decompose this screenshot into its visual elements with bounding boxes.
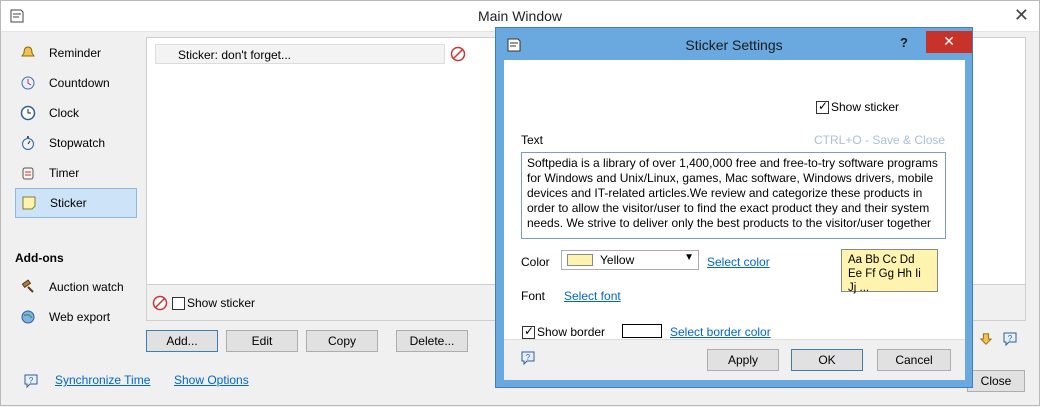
cancel-button[interactable]: Cancel — [877, 349, 951, 371]
sidebar-item-label: Clock — [49, 106, 80, 120]
sidebar-item-label: Sticker — [50, 196, 87, 210]
sidebar-item-web-export[interactable]: Web export — [15, 303, 137, 331]
apply-button[interactable]: Apply — [707, 349, 779, 371]
help-icon[interactable]: ? — [1002, 331, 1018, 347]
sticker-settings-dialog: Sticker Settings ? ✕ Show sticker Text C… — [495, 27, 973, 388]
synchronize-time-link[interactable]: Synchronize Time — [55, 373, 150, 387]
sticker-icon — [20, 194, 38, 212]
text-label: Text — [521, 133, 544, 147]
close-button[interactable]: Close — [967, 370, 1025, 392]
sidebar: Reminder Countdown Clock Stopwatch Timer… — [1, 33, 143, 407]
color-label: Color — [521, 255, 550, 269]
color-swatch — [567, 254, 593, 266]
sticker-text-area[interactable]: Softpedia is a library of over 1,400,000… — [521, 152, 946, 239]
show-border-label: Show border — [537, 325, 606, 339]
arrow-down-icon[interactable] — [979, 332, 993, 346]
dialog-close-icon[interactable]: ✕ — [926, 31, 972, 53]
show-sticker-checkbox[interactable] — [172, 296, 185, 311]
sidebar-item-reminder[interactable]: Reminder — [15, 39, 137, 67]
dialog-show-sticker-label: Show sticker — [831, 100, 900, 114]
svg-text:?: ? — [1008, 334, 1013, 343]
main-window-title: Main Window — [477, 8, 563, 24]
color-select[interactable]: Yellow ▼ — [561, 250, 699, 270]
globe-icon — [19, 308, 37, 326]
sidebar-item-auction-watch[interactable]: Auction watch — [15, 273, 137, 301]
bell-icon — [19, 44, 37, 62]
countdown-icon — [19, 74, 37, 92]
select-color-link[interactable]: Select color — [707, 255, 770, 269]
select-border-color-link[interactable]: Select border color — [670, 325, 771, 339]
checkbox-box — [522, 324, 535, 340]
select-font-link[interactable]: Select font — [564, 289, 621, 303]
sidebar-item-timer[interactable]: Timer — [15, 159, 137, 187]
sidebar-item-stopwatch[interactable]: Stopwatch — [15, 129, 137, 157]
sidebar-item-label: Countdown — [49, 76, 110, 90]
show-border-checkbox[interactable] — [522, 324, 535, 340]
stopwatch-icon — [19, 134, 37, 152]
disabled-sticker-icon[interactable] — [450, 46, 466, 62]
edit-button[interactable]: Edit — [226, 330, 298, 352]
copy-button[interactable]: Copy — [306, 330, 378, 352]
timer-icon — [19, 164, 37, 182]
sidebar-item-sticker[interactable]: Sticker — [15, 188, 137, 218]
sidebar-item-countdown[interactable]: Countdown — [15, 69, 137, 97]
help-icon[interactable]: ? — [520, 350, 536, 366]
sidebar-item-label: Auction watch — [49, 280, 124, 294]
addons-heading: Add-ons — [15, 251, 64, 265]
font-label: Font — [521, 289, 546, 303]
gavel-icon — [19, 278, 37, 296]
border-color-swatch — [622, 324, 662, 338]
delete-button[interactable]: Delete... — [396, 330, 468, 352]
dialog-body: Show sticker Text CTRL+O - Save & Close … — [504, 60, 965, 380]
list-item-label: Sticker: don't forget... — [178, 48, 292, 62]
checkbox-box — [816, 99, 829, 115]
color-select-value: Yellow — [600, 253, 635, 267]
dialog-titlebar: Sticker Settings ? ✕ — [496, 28, 972, 60]
add-button[interactable]: Add... — [146, 330, 218, 352]
help-button[interactable]: ? — [900, 35, 908, 50]
sidebar-item-label: Web export — [49, 310, 111, 324]
main-close-icon[interactable]: ✕ — [1014, 5, 1029, 26]
list-item[interactable]: Sticker: don't forget... — [155, 44, 445, 64]
dialog-show-sticker-checkbox[interactable] — [816, 99, 829, 115]
checkbox-box — [172, 297, 185, 311]
shortcut-hint: CTRL+O - Save & Close — [814, 133, 946, 147]
show-options-link[interactable]: Show Options — [174, 373, 249, 387]
dialog-panel: Show sticker Text CTRL+O - Save & Close … — [504, 60, 965, 340]
sidebar-item-label: Reminder — [49, 46, 102, 60]
sidebar-item-label: Stopwatch — [49, 136, 106, 150]
chevron-down-icon: ▼ — [684, 252, 694, 263]
svg-text:?: ? — [526, 353, 531, 362]
svg-text:?: ? — [29, 376, 34, 385]
disabled-sticker-icon — [152, 295, 168, 311]
sidebar-item-label: Timer — [49, 166, 80, 180]
clock-icon — [19, 104, 37, 122]
ok-button[interactable]: OK — [791, 349, 863, 371]
font-preview: Aa Bb Cc Dd Ee Ff Gg Hh Ii Jj ... — [841, 249, 938, 294]
sidebar-item-clock[interactable]: Clock — [15, 99, 137, 127]
show-sticker-label: Show sticker — [187, 296, 256, 310]
help-icon[interactable]: ? — [23, 373, 39, 389]
